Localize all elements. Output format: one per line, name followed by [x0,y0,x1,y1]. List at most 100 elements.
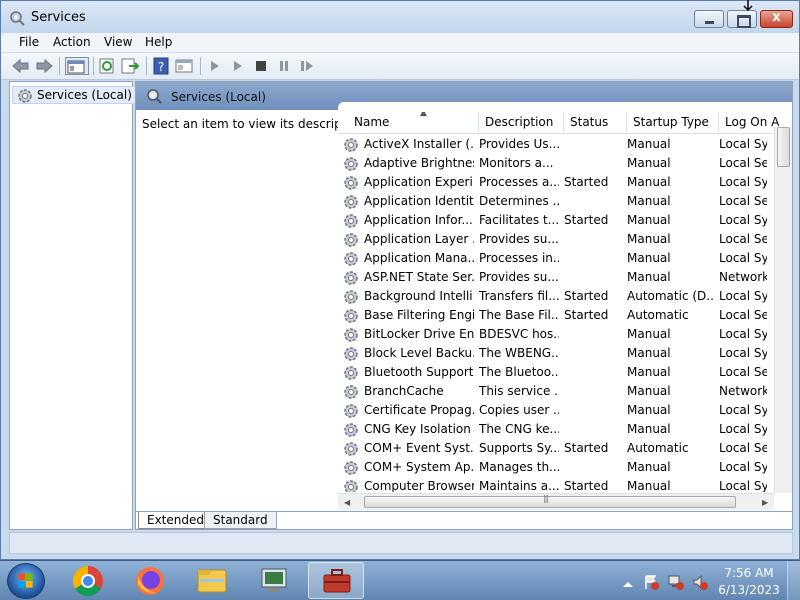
console-tree: Services (Local) [9,81,137,530]
start-service-alt-button[interactable] [228,57,248,75]
table-row[interactable]: Block Level Backu... The WBENG... Manual Lo… [338,344,768,363]
taskbar-chrome[interactable] [60,562,116,599]
forward-button[interactable] [34,57,54,75]
cell-startup-type: Manual [627,365,671,379]
table-row[interactable]: ASP.NET State Ser... Provides su... Manual… [338,268,768,287]
column-header-row: Name ▲ Description Status Startup Type L… [338,112,792,134]
column-description[interactable]: Description [479,112,564,134]
toolbar-separator [59,57,60,75]
clock-date[interactable]: 6/13/2023 [714,583,784,597]
cell-log-on-as: Local Serv [719,441,767,455]
service-gear-icon [344,271,358,285]
table-row[interactable]: Bluetooth Support... The Bluetoo... Manual… [338,363,768,382]
menu-view[interactable]: View [104,35,132,49]
action-center-icon[interactable] [643,574,659,590]
minimize-button[interactable] [694,10,724,28]
cell-description: Monitors a... [479,156,554,170]
start-button[interactable] [7,563,45,599]
cell-startup-type: Manual [627,232,671,246]
show-hidden-icons-icon[interactable] [620,576,636,592]
pause-service-button[interactable] [274,57,294,75]
column-startup-type[interactable]: Startup Type [627,112,719,134]
help-button[interactable]: ? [152,57,172,75]
horizontal-scroll-thumb[interactable] [364,494,736,508]
cell-log-on-as: Network S [719,270,767,284]
tab-extended[interactable]: Extended [138,512,213,529]
menu-help[interactable]: Help [145,35,172,49]
table-row[interactable]: Application Identity Determines ... Manual… [338,192,768,211]
table-row[interactable]: Application Layer ... Provides su... Manua… [338,230,768,249]
cell-description: Determines ... [479,194,559,208]
vertical-scrollbar[interactable] [774,127,792,493]
table-row[interactable]: BitLocker Drive En... BDESVC hos... Manual… [338,325,768,344]
restart-service-button[interactable] [297,57,317,75]
network-error-icon [668,575,684,590]
column-status[interactable]: Status [564,112,627,134]
refresh-button[interactable] [97,57,117,75]
volume-icon[interactable] [692,574,708,590]
taskbar: 7:56 AM 6/13/2023 [0,560,800,600]
cell-description: Maintains a... [479,479,559,492]
chrome-icon [72,566,103,597]
horizontal-scrollbar[interactable]: ◀ ▶ [338,493,774,510]
close-button[interactable]: x [760,10,793,28]
service-gear-icon [344,309,358,323]
cell-description: The WBENG... [479,346,559,360]
network-icon[interactable] [668,574,684,590]
start-service-button[interactable] [205,57,225,75]
table-row[interactable]: Application Infor... Facilitates t... Star… [338,211,768,230]
scroll-right-icon[interactable]: ▶ [762,498,768,507]
cell-log-on-as: Local Serv [719,308,767,322]
table-row[interactable]: Application Mana... Processes in... Manual… [338,249,768,268]
clock-time[interactable]: 7:56 AM [718,566,780,580]
tab-standard[interactable]: Standard [204,512,277,529]
pane-title: Services (Local) [171,90,266,104]
table-row[interactable]: Application Experi... Processes a... Start… [338,173,768,192]
properties-button[interactable] [174,57,194,75]
table-row[interactable]: Background Intelli... Transfers fil... Sta… [338,287,768,306]
taskbar-firefox[interactable] [122,562,178,599]
show-hide-console-tree-button[interactable] [65,57,89,75]
cell-description: The CNG ke... [479,422,559,436]
table-row[interactable]: COM+ Event Syst... Supports Sy... Started A… [338,439,768,458]
cell-name: Application Mana... [364,251,474,265]
table-row[interactable]: Certificate Propag... Copies user ... Manu… [338,401,768,420]
service-gear-icon [344,214,358,228]
cell-description: Provides Us... [479,137,559,151]
taskbar-computer-management[interactable] [246,562,302,599]
table-row[interactable]: BranchCache This service ... Manual Network… [338,382,768,401]
cell-log-on-as: Network S [719,384,767,398]
service-gear-icon [344,423,358,437]
cell-log-on-as: Local Syst [719,175,767,189]
table-row[interactable]: CNG Key Isolation The CNG ke... Manual Loca… [338,420,768,439]
services-gear-icon [147,89,162,104]
table-row[interactable]: COM+ System Ap... Manages th... Manual Loca… [338,458,768,477]
table-row[interactable]: Computer Browser Maintains a... Started Man… [338,477,768,492]
column-name[interactable]: Name ▲ [348,112,479,134]
export-list-button[interactable] [120,57,140,75]
table-row[interactable]: Adaptive Brightness Monitors a... Manual Lo… [338,154,768,173]
table-row[interactable]: Base Filtering Engi... The Base Fil... Sta… [338,306,768,325]
tree-item-services-local[interactable]: Services (Local) [12,86,137,104]
cell-name: ActiveX Installer (... [364,137,474,151]
toolbar-separator [93,57,94,75]
cell-name: Block Level Backu... [364,346,474,360]
service-gear-icon [344,195,358,209]
taskbar-services[interactable] [308,562,364,599]
back-button[interactable] [11,57,31,75]
vertical-scroll-thumb[interactable] [777,127,790,167]
menu-file[interactable]: File [19,35,39,49]
cell-status: Started [564,175,609,189]
cell-status: Started [564,441,609,455]
scroll-left-icon[interactable]: ◀ [344,498,350,507]
show-desktop-button[interactable] [787,561,800,600]
cell-description: Processes a... [479,175,559,189]
table-row[interactable]: ActiveX Installer (... Provides Us... Manu… [338,135,768,154]
taskbar-file-explorer[interactable] [184,562,240,599]
cell-startup-type: Automatic [627,308,689,322]
stop-service-button[interactable] [251,57,271,75]
cell-log-on-as: Local Syst [719,403,767,417]
services-gear-icon [18,89,32,103]
menu-action[interactable]: Action [53,35,91,49]
title-bar[interactable]: Services x [1,1,799,33]
